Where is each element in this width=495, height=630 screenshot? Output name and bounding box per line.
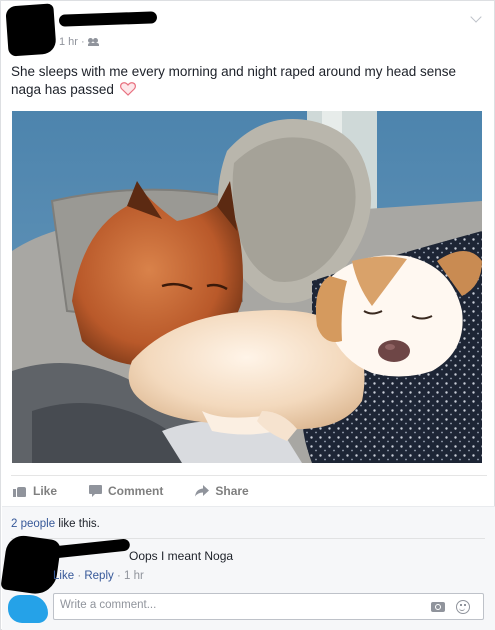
comment-separator: · — [116, 570, 124, 582]
friends-icon[interactable] — [87, 38, 99, 46]
post-actions: Like Comment Share — [11, 475, 487, 505]
redacted-commenter-avatar[interactable] — [0, 533, 62, 597]
comment-reply-link[interactable]: Reply — [84, 570, 113, 582]
post-time[interactable]: 1 hr — [59, 36, 78, 48]
share-label: Share — [215, 483, 249, 498]
comment-time[interactable]: 1 hr — [124, 570, 144, 582]
redacted-author-name[interactable] — [58, 11, 158, 27]
likes-people-link[interactable]: 2 people — [11, 518, 55, 530]
comment-composer[interactable] — [53, 593, 484, 620]
comment-button[interactable]: Comment — [89, 484, 163, 498]
post-meta: 1 hr · — [59, 36, 99, 48]
chevron-down-icon[interactable] — [470, 11, 482, 23]
post-body: She sleeps with me every morning and nig… — [11, 64, 457, 97]
redacted-viewer-avatar — [8, 595, 48, 623]
comment-like-link[interactable]: Like — [53, 570, 74, 582]
comment-icon — [89, 484, 103, 497]
likes-suffix: like this. — [55, 518, 100, 530]
comment-actions: Like · Reply · 1 hr — [53, 570, 144, 582]
emoji-smiley-icon[interactable] — [456, 600, 470, 614]
post-text: She sleeps with me every morning and nig… — [11, 63, 489, 99]
comment-text: Oops I meant Noga — [129, 549, 234, 563]
camera-icon[interactable] — [431, 602, 445, 612]
like-button[interactable]: Like — [13, 484, 57, 498]
comment-label: Comment — [108, 483, 164, 498]
redacted-author-avatar[interactable] — [5, 3, 57, 57]
post-card: 1 hr · She sleeps with me every morning … — [0, 0, 495, 630]
post-photo[interactable] — [12, 111, 482, 463]
meta-separator: · — [80, 36, 85, 48]
heart-icon — [119, 82, 136, 96]
like-label: Like — [33, 483, 58, 498]
share-arrow-icon — [195, 484, 210, 496]
post-footer: 2 people like this. Oops I meant Noga Li… — [0, 506, 495, 630]
divider — [11, 538, 485, 539]
likes-summary: 2 people like this. — [11, 518, 100, 530]
comment-input[interactable] — [60, 599, 400, 611]
share-button[interactable]: Share — [195, 483, 249, 498]
thumbs-up-icon — [13, 484, 27, 497]
